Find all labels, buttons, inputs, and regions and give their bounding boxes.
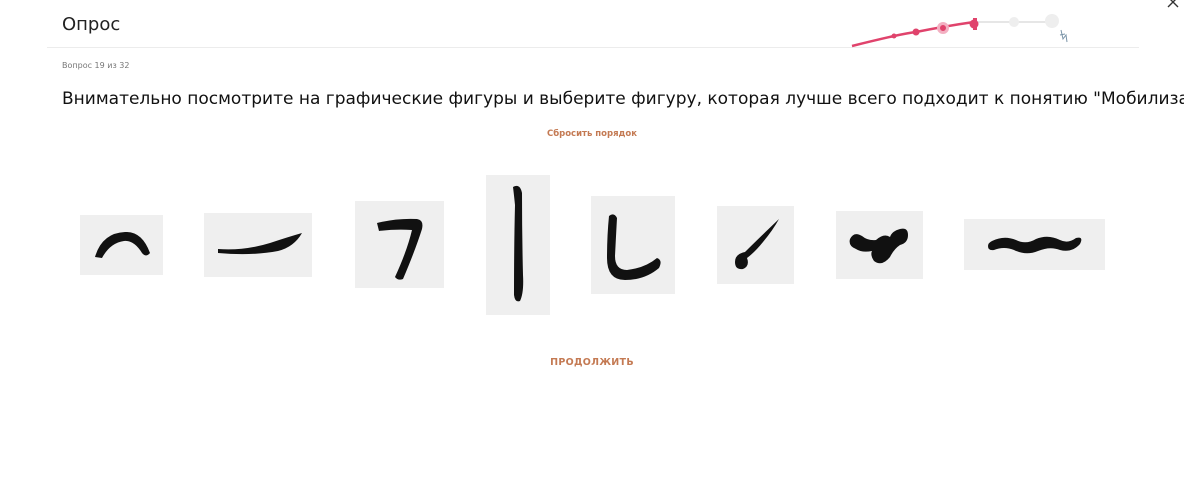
horn-stroke-shape xyxy=(218,233,302,255)
figure-option-7[interactable] xyxy=(836,211,923,279)
question-text: Внимательно посмотрите на графические фи… xyxy=(62,89,1184,109)
seven-hook-shape xyxy=(377,218,423,280)
close-icon[interactable] xyxy=(1163,0,1183,16)
figure-option-5[interactable] xyxy=(591,196,675,294)
vertical-bar-shape xyxy=(513,185,524,302)
figure-option-3[interactable] xyxy=(355,201,444,288)
diagonal-drop-shape xyxy=(735,219,779,270)
l-curve-shape xyxy=(607,214,661,280)
question-counter: Вопрос 19 из 32 xyxy=(62,61,130,70)
progress-path xyxy=(846,8,1076,52)
wave-bar-shape xyxy=(988,236,1082,254)
reset-order-link[interactable]: Сбросить порядок xyxy=(0,129,1184,139)
arc-hook-shape xyxy=(95,231,150,258)
page-title: Опрос xyxy=(62,14,121,35)
continue-button[interactable]: ПРОДОЛЖИТЬ xyxy=(0,357,1184,368)
figure-option-1[interactable] xyxy=(80,215,163,275)
figure-option-2[interactable] xyxy=(204,213,312,277)
figure-option-8[interactable] xyxy=(964,219,1105,270)
blob-squiggle-shape xyxy=(849,228,908,264)
figure-option-4[interactable] xyxy=(486,175,550,315)
figure-option-6[interactable] xyxy=(717,206,794,284)
